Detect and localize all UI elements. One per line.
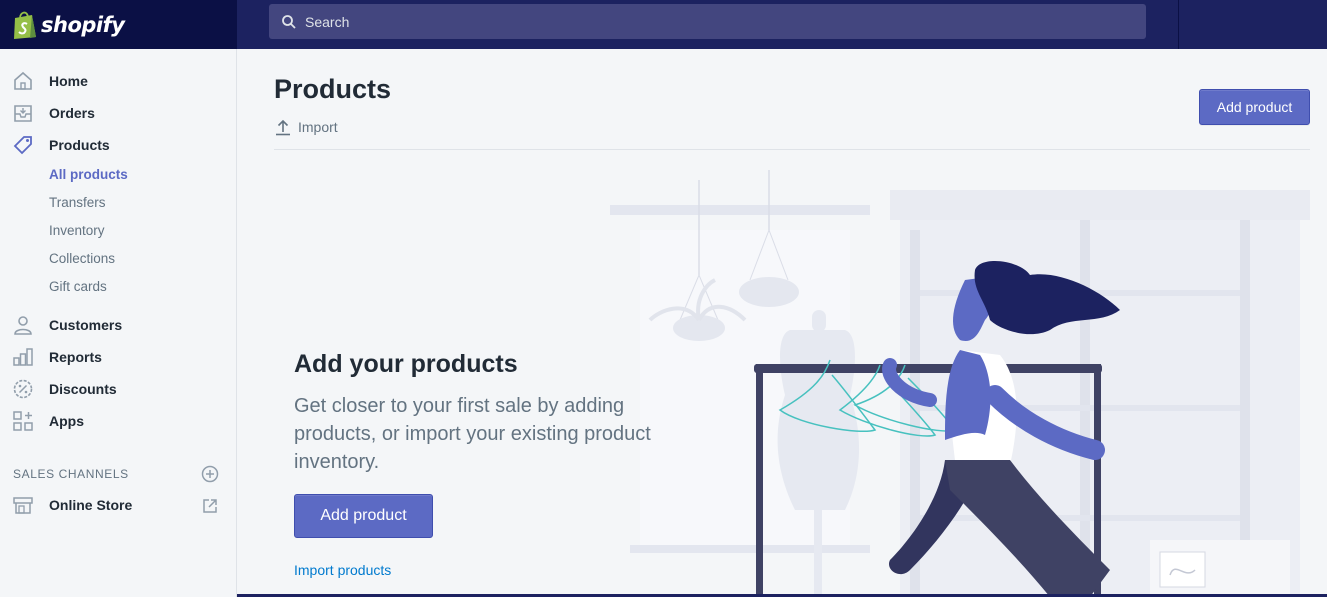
import-products-link[interactable]: Import products xyxy=(294,562,391,578)
home-icon xyxy=(14,71,32,90)
sidebar-item-label: Online Store xyxy=(49,497,133,513)
sidebar-item-label: Orders xyxy=(49,105,95,121)
sidebar-subitem-transfers[interactable]: Transfers xyxy=(49,195,106,210)
discount-icon xyxy=(13,379,33,399)
apps-icon xyxy=(13,411,33,431)
sidebar: Home Orders Products All products Transf… xyxy=(0,49,237,597)
brand-name: shopify xyxy=(41,12,125,37)
header-divider xyxy=(274,149,1310,150)
shopify-logo[interactable]: shopify xyxy=(0,0,237,49)
sidebar-item-customers[interactable]: Customers xyxy=(0,310,236,340)
sidebar-item-label: Home xyxy=(49,73,88,89)
empty-state-illustration xyxy=(610,170,1310,597)
sidebar-item-discounts[interactable]: Discounts xyxy=(0,374,236,404)
shopify-bag-icon xyxy=(14,11,36,39)
import-label: Import xyxy=(298,119,338,135)
sidebar-item-reports[interactable]: Reports xyxy=(0,342,236,372)
sales-channels-title: SALES CHANNELS xyxy=(13,467,129,481)
person-icon xyxy=(14,316,32,335)
add-product-button[interactable]: Add product xyxy=(1199,89,1310,125)
sidebar-subitem-gift-cards[interactable]: Gift cards xyxy=(49,279,107,294)
sidebar-item-label: Apps xyxy=(49,413,84,429)
sidebar-subitem-collections[interactable]: Collections xyxy=(49,251,115,266)
sidebar-item-orders[interactable]: Orders xyxy=(0,98,236,128)
add-sales-channel-icon[interactable] xyxy=(201,465,219,483)
sidebar-subitem-all-products[interactable]: All products xyxy=(49,167,128,182)
sidebar-item-home[interactable]: Home xyxy=(0,66,236,96)
sidebar-item-label: Products xyxy=(49,137,110,153)
sidebar-item-label: Discounts xyxy=(49,381,117,397)
tag-icon xyxy=(13,136,32,155)
empty-state-heading: Add your products xyxy=(294,350,518,378)
sidebar-item-apps[interactable]: Apps xyxy=(0,406,236,436)
bar-chart-icon xyxy=(13,348,33,366)
empty-state-add-product-button[interactable]: Add product xyxy=(294,494,433,538)
search-icon xyxy=(282,14,296,29)
top-bar: shopify Search xyxy=(0,0,1327,49)
search-input[interactable]: Search xyxy=(305,14,349,30)
import-button[interactable]: Import xyxy=(274,118,338,136)
upload-icon xyxy=(276,119,290,136)
sidebar-item-label: Customers xyxy=(49,317,123,333)
store-icon xyxy=(13,497,33,514)
search-bar[interactable]: Search xyxy=(269,4,1146,39)
empty-state-text: Get closer to your first sale by adding … xyxy=(294,395,651,473)
sidebar-item-products[interactable]: Products xyxy=(0,130,236,160)
page-title: Products xyxy=(274,74,392,104)
external-link-icon[interactable] xyxy=(201,497,219,515)
orders-icon xyxy=(14,105,32,122)
sidebar-subitem-inventory[interactable]: Inventory xyxy=(49,223,105,238)
top-divider xyxy=(1178,0,1179,49)
sidebar-item-label: Reports xyxy=(49,349,102,365)
